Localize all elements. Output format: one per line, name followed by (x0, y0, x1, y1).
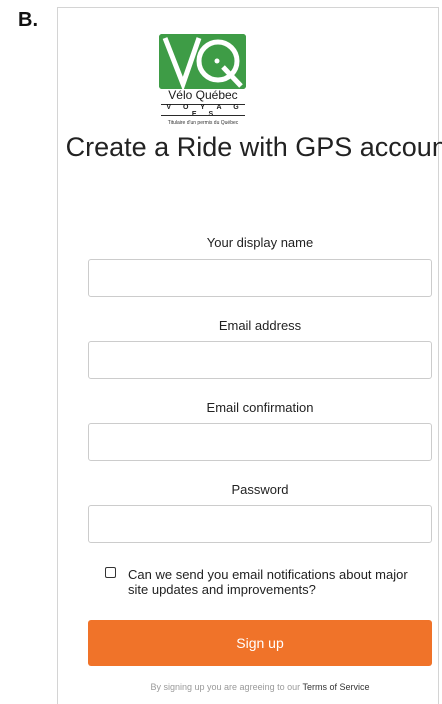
velo-quebec-logo: Vélo Québec V O Y A G E S Titulaire d'un… (157, 25, 249, 135)
display-name-input[interactable] (88, 259, 432, 297)
sign-up-button[interactable]: Sign up (88, 620, 432, 666)
terms-prefix: By signing up you are agreeing to our (150, 682, 301, 692)
email-confirmation-input[interactable] (88, 423, 432, 461)
logo-permit-text: Titulaire d'un permis du Québec (167, 120, 239, 126)
notifications-checkbox[interactable] (105, 567, 116, 578)
password-input[interactable] (88, 505, 432, 543)
email-confirmation-label: Email confirmation (206, 400, 314, 415)
email-label: Email address (218, 318, 302, 333)
vq-logo-icon (159, 34, 246, 89)
notifications-checkbox-label: Can we send you email notifications abou… (128, 567, 408, 597)
password-label: Password (231, 482, 289, 497)
logo-wordmark: Vélo Québec (168, 88, 238, 102)
page-title: Create a Ride with GPS account (65, 132, 442, 162)
display-name-label: Your display name (206, 235, 314, 250)
terms-of-service-link[interactable]: Terms of Service (302, 682, 369, 692)
logo-rule-bottom (161, 115, 245, 116)
email-input[interactable] (88, 341, 432, 379)
terms-notice: By signing up you are agreeing to our Te… (60, 682, 442, 692)
figure-label: B. (18, 9, 38, 31)
